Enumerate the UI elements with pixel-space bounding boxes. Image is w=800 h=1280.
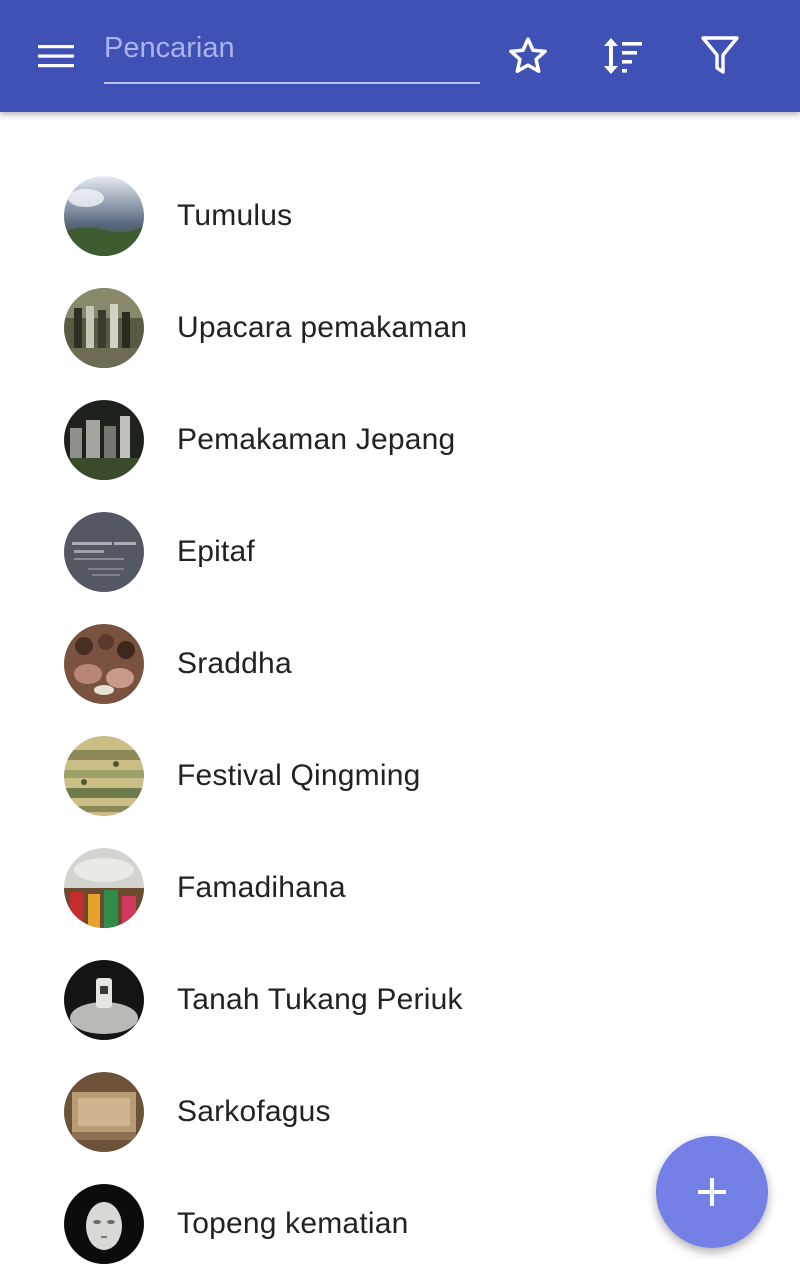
search-field (104, 22, 480, 84)
hamburger-menu-icon (38, 45, 74, 68)
thumbnail (64, 848, 144, 928)
thumbnail (64, 736, 144, 816)
item-label: Famadihana (177, 871, 346, 904)
thumbnail (64, 512, 144, 592)
item-label: Festival Qingming (177, 759, 421, 792)
item-label: Topeng kematian (177, 1207, 409, 1240)
plus-icon (698, 1178, 726, 1206)
thumbnail (64, 1072, 144, 1152)
star-outline-icon (509, 37, 547, 73)
favorites-button[interactable] (496, 24, 560, 88)
item-label: Upacara pemakaman (177, 311, 468, 344)
list-item[interactable]: Tanah Tukang Periuk (0, 944, 800, 1056)
item-label: Tanah Tukang Periuk (177, 983, 463, 1016)
item-label: Epitaf (177, 535, 255, 568)
search-input[interactable] (104, 28, 476, 68)
list-item[interactable]: Tumulus (0, 160, 800, 272)
thumbnail (64, 400, 144, 480)
list-item[interactable]: Epitaf (0, 496, 800, 608)
sort-icon (604, 38, 642, 74)
article-list: Tumulus Upacara pemakaman Pemakaman Jepa… (0, 160, 800, 1280)
item-label: Pemakaman Jepang (177, 423, 456, 456)
app-bar (0, 0, 800, 112)
item-label: Sraddha (177, 647, 292, 680)
item-label: Tumulus (177, 199, 293, 232)
list-item[interactable]: Famadihana (0, 832, 800, 944)
filter-icon (701, 36, 739, 74)
add-button[interactable] (656, 1136, 768, 1248)
thumbnail (64, 960, 144, 1040)
list-item[interactable]: Upacara pemakaman (0, 272, 800, 384)
thumbnail (64, 624, 144, 704)
list-item[interactable]: Festival Qingming (0, 720, 800, 832)
list-item[interactable]: Pemakaman Jepang (0, 384, 800, 496)
filter-button[interactable] (688, 24, 752, 88)
menu-button[interactable] (24, 24, 88, 88)
thumbnail (64, 1184, 144, 1264)
sort-button[interactable] (591, 24, 655, 88)
list-item[interactable]: Sraddha (0, 608, 800, 720)
item-label: Sarkofagus (177, 1095, 331, 1128)
thumbnail (64, 288, 144, 368)
thumbnail (64, 176, 144, 256)
